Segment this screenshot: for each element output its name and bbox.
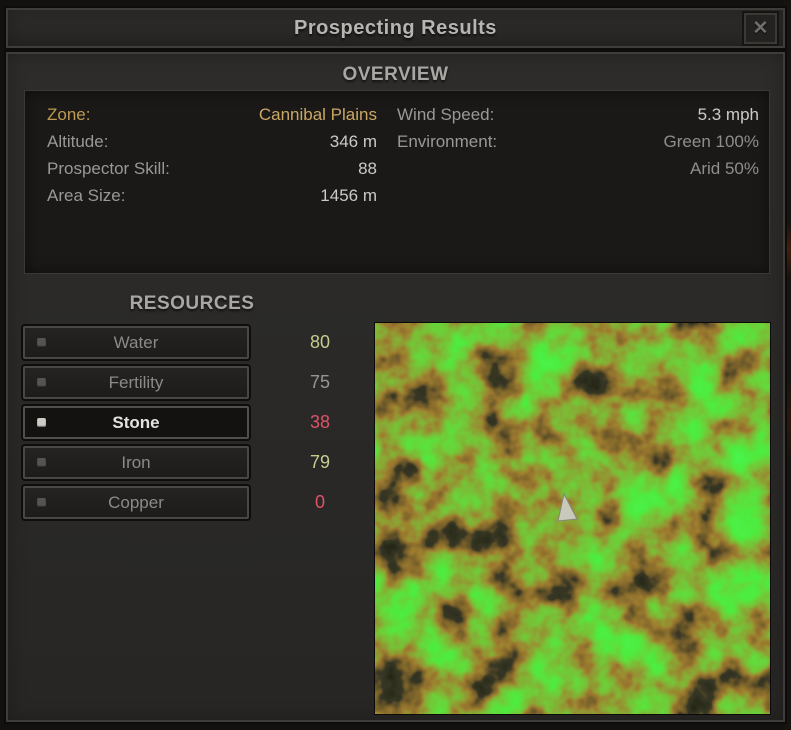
resource-button-iron[interactable]: Iron <box>23 446 249 479</box>
environment-arid-value: Arid 50% <box>690 159 759 178</box>
overview-row-environment-arid: Arid 50% <box>397 155 759 182</box>
resource-button-fertility[interactable]: Fertility <box>23 366 249 399</box>
environment-green-value: Green 100% <box>663 132 759 151</box>
resources-section-title: RESOURCES <box>129 293 255 314</box>
stone-button-label: Stone <box>112 413 160 432</box>
resource-button-stone[interactable]: Stone <box>23 406 249 439</box>
water-button-label: Water <box>113 333 159 352</box>
copper-button-label: Copper <box>108 493 164 512</box>
game-world-bleed <box>784 0 791 730</box>
prospector-skill-value: 88 <box>358 159 377 178</box>
window-title: Prospecting Results <box>294 17 497 39</box>
overview-row-zone: Zone: Cannibal Plains <box>47 101 377 128</box>
altitude-value: 346 m <box>329 132 377 151</box>
prospector-skill-label: Prospector Skill: <box>47 159 170 178</box>
area-size-value: 1456 m <box>320 186 377 205</box>
overview-row-wind-speed: Wind Speed: 5.3 mph <box>397 101 759 128</box>
iron-value: 79 <box>309 452 331 472</box>
zone-label: Zone: <box>47 105 91 124</box>
altitude-label: Altitude: <box>47 132 109 151</box>
iron-button-label: Iron <box>121 453 151 472</box>
fertility-value: 75 <box>309 372 331 392</box>
overview-left-column: Zone: Cannibal Plains Altitude: 346 m Pr… <box>47 101 377 209</box>
overview-row-environment: Environment: Green 100% <box>397 128 759 155</box>
stone-value: 38 <box>309 412 331 432</box>
water-value: 80 <box>309 332 331 352</box>
environment-label: Environment: <box>397 132 498 151</box>
wind-speed-value: 5.3 mph <box>697 105 759 124</box>
wind-speed-label: Wind Speed: <box>397 105 495 124</box>
overview-row-prospector-skill: Prospector Skill: 88 <box>47 155 377 182</box>
overview-section-title: OVERVIEW <box>342 64 449 85</box>
resource-button-water[interactable]: Water <box>23 326 249 359</box>
overview-box: Zone: Cannibal Plains Altitude: 346 m Pr… <box>24 90 770 274</box>
overview-right-column: Wind Speed: 5.3 mph Environment: Green 1… <box>397 101 759 182</box>
copper-value: 0 <box>314 492 325 512</box>
area-size-label: Area Size: <box>47 186 126 205</box>
resource-density-map[interactable] <box>374 322 771 715</box>
zone-value: Cannibal Plains <box>258 105 377 124</box>
close-icon[interactable]: ✕ <box>744 13 777 44</box>
overview-row-altitude: Altitude: 346 m <box>47 128 377 155</box>
dialog-body: OVERVIEW Zone: Cannibal Plains Altitude:… <box>6 52 785 722</box>
resource-button-copper[interactable]: Copper <box>23 486 249 519</box>
title-bar[interactable]: Prospecting Results ✕ <box>6 8 785 48</box>
prospecting-results-window: Prospecting Results ✕ OVERVIEW Zone: Can… <box>0 0 791 730</box>
fertility-button-label: Fertility <box>108 373 164 392</box>
overview-row-area-size: Area Size: 1456 m <box>47 182 377 209</box>
